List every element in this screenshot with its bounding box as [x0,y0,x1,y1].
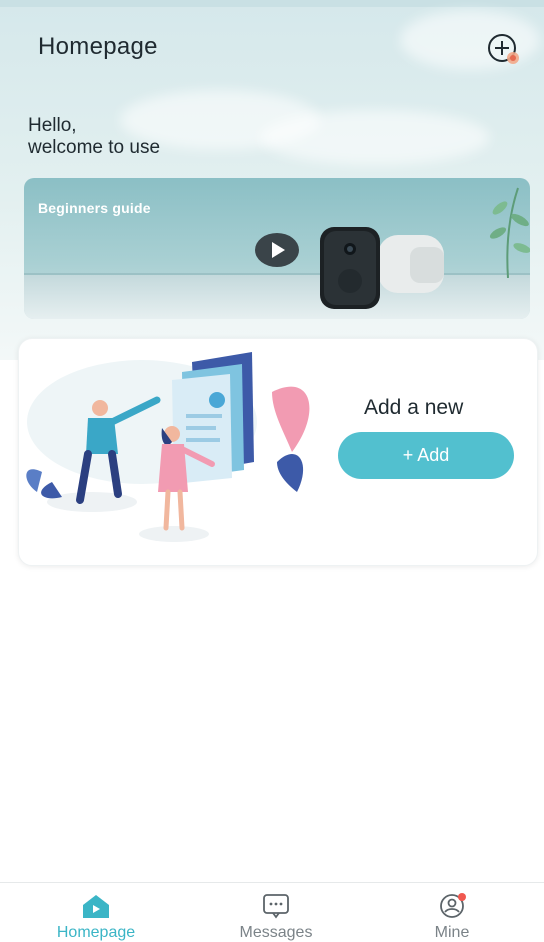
nav-item-homepage[interactable]: Homepage [36,883,156,941]
nav-label-homepage: Homepage [56,924,136,941]
nav-label-mine: Mine [434,924,470,941]
play-icon[interactable] [254,232,300,268]
plus-circle-icon [488,34,519,64]
home-icon [83,895,109,918]
add-device-button[interactable] [486,32,522,68]
greeting-line-2: welcome to use [28,137,161,158]
banner-floor [24,275,530,319]
add-new-heading: Add a new [364,396,464,419]
nav-item-mine[interactable]: Mine [392,883,512,941]
greeting-line-1: Hello, [28,115,77,136]
add-button[interactable]: + Add [338,432,514,479]
banner-label: Beginners guide [38,200,151,216]
cloud-decoration [260,110,490,165]
camera-image [320,227,444,309]
message-icon [263,894,289,919]
people-illustration [26,352,310,542]
notification-badge [458,893,466,901]
nav-label-messages: Messages [239,924,313,941]
page-title: Homepage [38,33,158,60]
plant-decoration [489,187,530,278]
status-strip [0,0,544,7]
profile-icon [440,893,466,918]
nav-item-messages[interactable]: Messages [216,883,336,941]
greeting: Hello, welcome to use [28,115,160,159]
bottom-nav: Homepage Messages Mine [0,882,544,941]
